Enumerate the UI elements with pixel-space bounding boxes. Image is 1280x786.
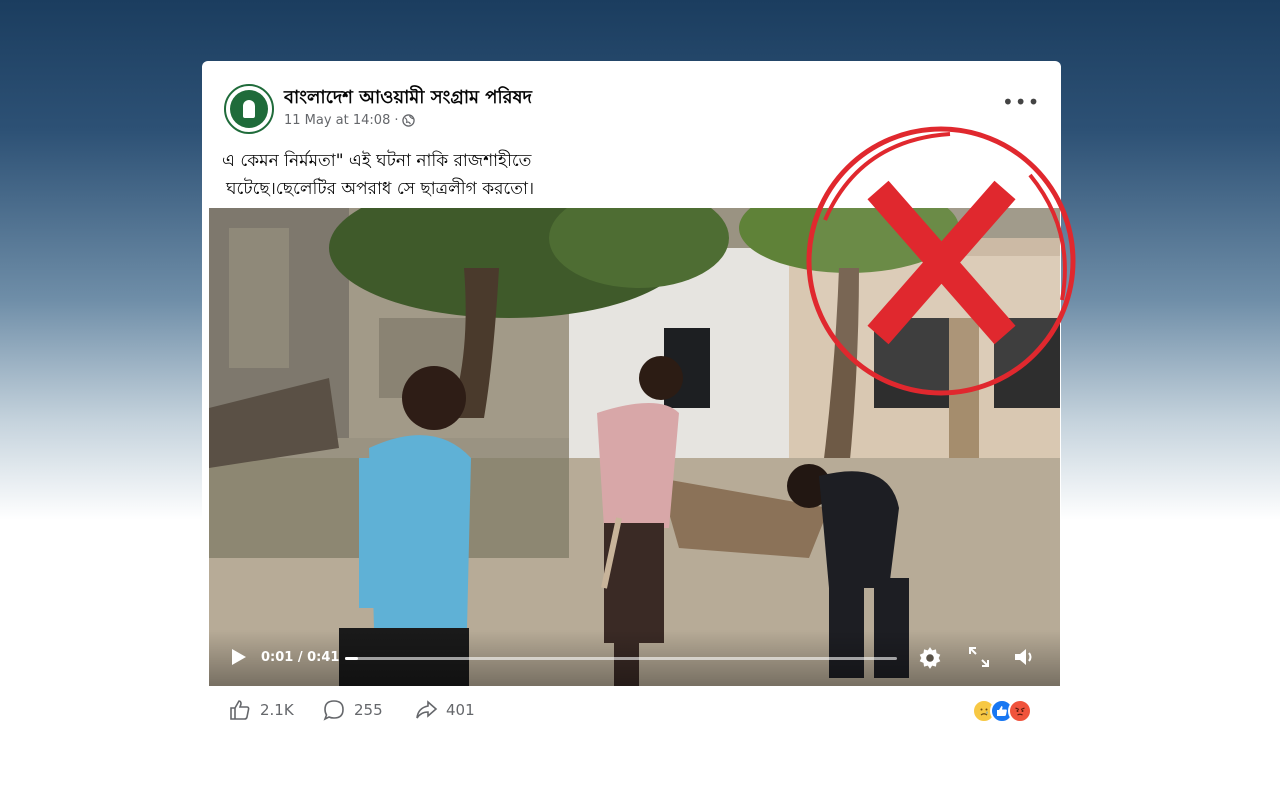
share-icon xyxy=(416,700,438,719)
caption-line: ঘটেছে।ছেলেটির অপরাধ সে ছাত্রলীগ করতো। xyxy=(226,179,535,199)
post-timestamp[interactable]: 11 May at 14:08 xyxy=(284,113,390,128)
post-meta: 11 May at 14:08 · xyxy=(284,113,416,128)
reaction-summary[interactable] xyxy=(972,699,1032,723)
post-footer: 2.1K 255 401 xyxy=(202,695,1061,725)
like-icon xyxy=(230,700,250,720)
video-progress-fill xyxy=(345,657,359,660)
video-time: 0:01 / 0:41 xyxy=(261,650,340,665)
angry-reaction-icon xyxy=(1008,699,1032,723)
settings-icon[interactable] xyxy=(917,645,943,671)
volume-icon[interactable] xyxy=(1011,645,1037,669)
share-button[interactable]: 401 xyxy=(414,695,475,725)
globe-icon xyxy=(402,114,416,127)
more-options-button[interactable]: ••• xyxy=(1002,92,1039,117)
comment-icon xyxy=(323,700,344,721)
comment-count: 255 xyxy=(354,701,383,719)
video-controls: 0:01 / 0:41 xyxy=(209,630,1060,686)
meta-separator: · xyxy=(394,113,399,128)
fullscreen-icon[interactable] xyxy=(967,645,991,669)
post-caption: এ কেমন নির্মমতা" এই ঘটনা নাকি রাজশাহীতে … xyxy=(222,147,682,203)
like-button[interactable]: 2.1K xyxy=(228,695,294,725)
comment-button[interactable]: 255 xyxy=(322,695,383,725)
caption-line: এ কেমন নির্মমতা" এই ঘটনা নাকি রাজশাহীতে xyxy=(222,151,532,171)
false-claim-stamp-icon xyxy=(806,126,1076,396)
share-count: 401 xyxy=(446,701,475,719)
like-count: 2.1K xyxy=(260,701,294,719)
page-avatar[interactable] xyxy=(224,84,274,134)
video-progress-bar[interactable] xyxy=(345,657,897,660)
page-name[interactable]: বাংলাদেশ আওয়ামী সংগ্রাম পরিষদ xyxy=(284,83,532,114)
page-logo xyxy=(230,90,268,128)
play-icon[interactable] xyxy=(227,646,249,668)
